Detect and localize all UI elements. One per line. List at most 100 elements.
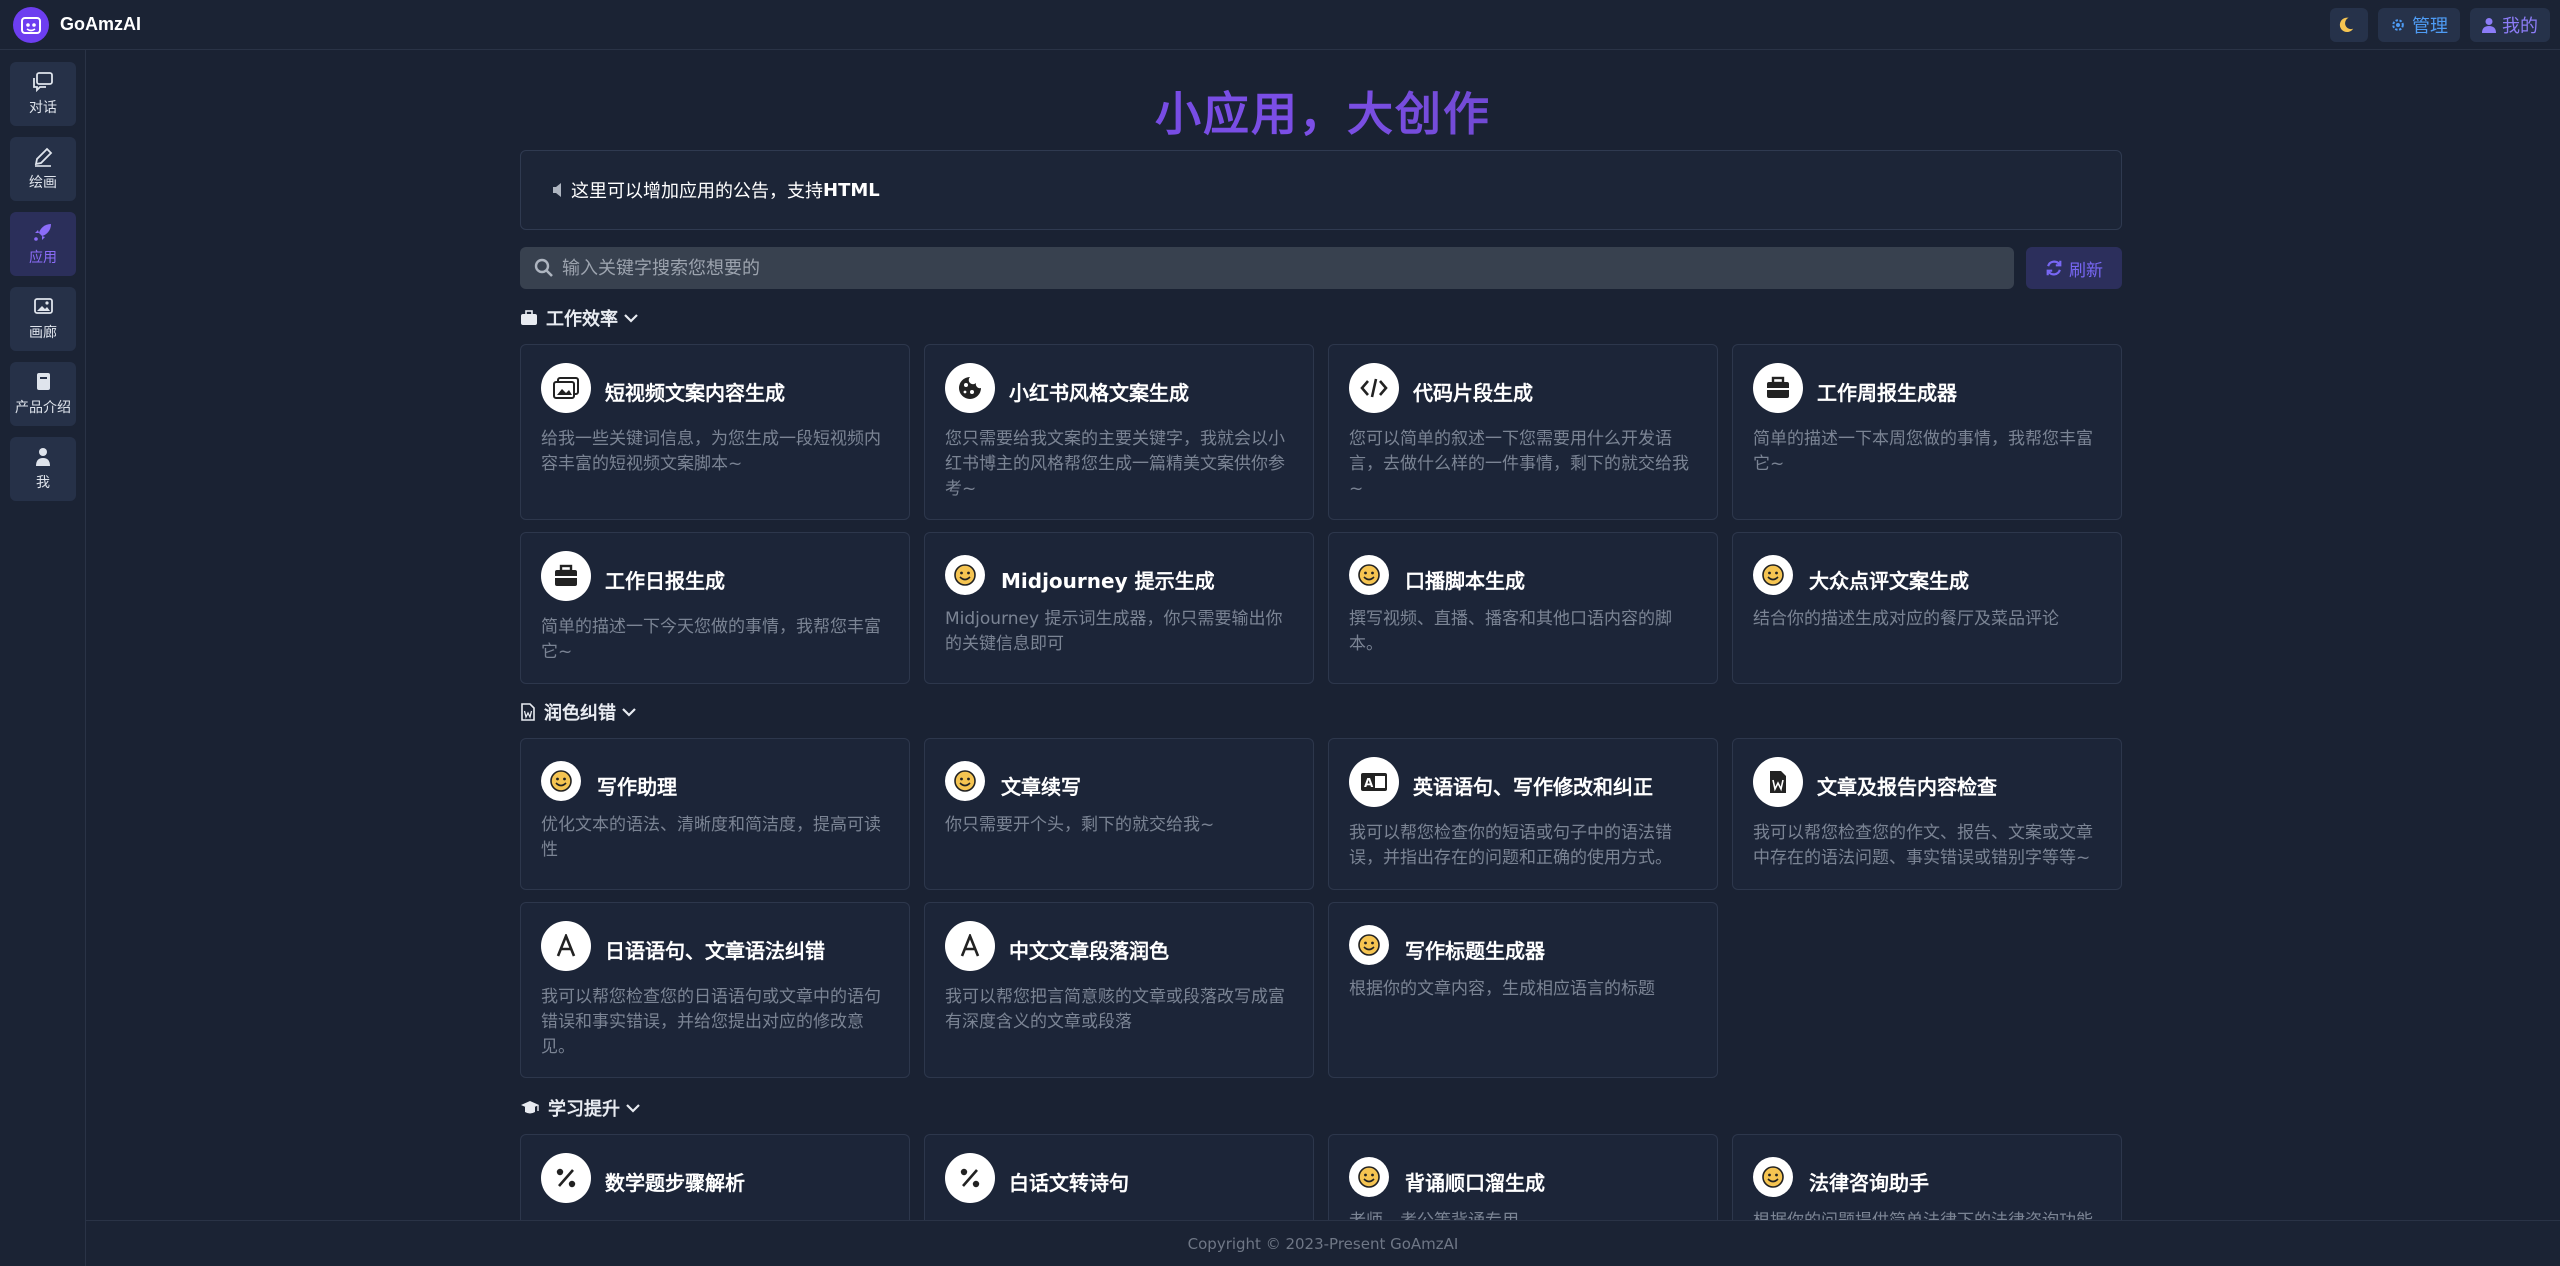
card-title: 小红书风格文案生成 [1009,381,1189,405]
card-title: Midjourney 提示生成 [1001,569,1215,593]
main-content: 小应用，大创作 这里可以增加应用的公告，支持HTML 刷新 工作效率 [86,50,2560,1266]
app-card[interactable]: 口播脚本生成 撰写视频、直播、播客和其他口语内容的脚本。 [1328,532,1718,684]
app-card[interactable]: 中文文章段落润色 我可以帮您把言简意赅的文章或段落改写成富有深度含义的文章或段落 [924,902,1314,1078]
font-a-icon [541,921,591,971]
card-description: 你只需要开个头，剩下的就交给我~ [945,815,1215,835]
cookie-icon [945,363,995,413]
footer: Copyright © 2023-Present GoAmzAI [86,1220,2560,1266]
refresh-label: 刷新 [2069,260,2103,281]
smile-icon [1349,925,1389,965]
code-icon [1349,363,1399,413]
copyright-text: Copyright © 2023-Present GoAmzAI [1187,1235,1459,1253]
card-description: Midjourney 提示词生成器，你只需要输出你的关键信息即可 [945,609,1283,654]
section-header-efficiency[interactable]: 工作效率 [520,305,638,331]
announcement-text: 这里可以增加应用的公告，支持 [571,181,823,202]
app-card[interactable]: 日语语句、文章语法纠错 我可以帮您检查您的日语语句或文章中的语句错误和事实错误，… [520,902,910,1078]
app-card[interactable]: 写作标题生成器 根据你的文章内容，生成相应语言的标题 [1328,902,1718,1078]
card-title: 工作周报生成器 [1817,381,1957,405]
card-title: 大众点评文案生成 [1809,569,1969,593]
refresh-icon [2046,260,2062,276]
gear-icon [2392,19,2404,31]
sidebar-item-gallery[interactable]: 画廊 [10,287,76,351]
card-description: 给我一些关键词信息，为您生成一段短视频内容丰富的短视频文案脚本~ [541,429,881,474]
manage-button[interactable]: 管理 [2378,8,2460,42]
section-title: 工作效率 [546,309,618,330]
app-card[interactable]: 小红书风格文案生成 您只需要给我文案的主要关键字，我就会以小红书博主的风格帮您生… [924,344,1314,520]
app-card[interactable]: 工作日报生成 简单的描述一下今天您做的事情，我帮您丰富它~ [520,532,910,684]
card-description: 我可以帮您把言简意赅的文章或段落改写成富有深度含义的文章或段落 [945,987,1285,1032]
top-bar: GoAmzAI 管理 我的 [0,0,2560,50]
card-title: 代码片段生成 [1413,381,1533,405]
sidebar-item-label: 产品介绍 [15,399,71,416]
logo[interactable] [13,6,49,43]
card-title: 法律咨询助手 [1809,1171,1929,1195]
sidebar-item-label: 对话 [29,99,57,116]
card-title: 数学题步骤解析 [605,1171,745,1195]
refresh-button[interactable]: 刷新 [2026,247,2122,289]
word-file-icon [521,703,535,721]
card-title: 英语语句、写作修改和纠正 [1413,775,1653,799]
announcement-box: 这里可以增加应用的公告，支持 HTML [520,150,2122,230]
graduation-cap-icon [521,1101,539,1114]
section-header-learning[interactable]: 学习提升 [520,1095,640,1121]
brush-icon [34,147,53,167]
search-bar[interactable] [520,247,2014,289]
language-icon: A [1349,757,1399,807]
app-card[interactable]: Midjourney 提示生成 Midjourney 提示词生成器，你只需要输出… [924,532,1314,684]
card-description: 我可以帮您检查你的短语或句子中的语法错误，并指出存在的问题和正确的使用方式。 [1349,823,1672,868]
gallery-icon [34,297,53,314]
brand-name: GoAmzAI [60,14,141,34]
card-title: 短视频文案内容生成 [605,381,785,405]
card-title: 文章及报告内容检查 [1817,775,1997,799]
chat-icon [33,71,53,92]
rocket-icon [34,223,51,241]
app-card[interactable]: 工作周报生成器 简单的描述一下本周您做的事情，我帮您丰富它~ [1732,344,2122,520]
app-card[interactable]: A 英语语句、写作修改和纠正 我可以帮您检查你的短语或句子中的语法错误，并指出存… [1328,738,1718,890]
app-card[interactable]: 文章及报告内容检查 我可以帮您检查您的作文、报告、文案或文章中存在的语法问题、事… [1732,738,2122,890]
sidebar-item-draw[interactable]: 绘画 [10,137,76,201]
mine-button[interactable]: 我的 [2470,8,2550,42]
app-card[interactable]: 大众点评文案生成 结合你的描述生成对应的餐厅及菜品评论 [1732,532,2122,684]
app-card[interactable]: 文章续写 你只需要开个头，剩下的就交给我~ [924,738,1314,890]
app-card[interactable]: 代码片段生成 您可以简单的叙述一下您需要用什么开发语言，去做什么样的一件事情，剩… [1328,344,1718,520]
smile-icon [1753,1157,1793,1197]
percent-icon [541,1153,591,1203]
theme-toggle-button[interactable] [2330,8,2368,42]
smile-icon [1753,555,1793,595]
search-input[interactable] [562,257,1962,279]
card-title: 工作日报生成 [605,569,725,593]
sidebar-item-chat[interactable]: 对话 [10,62,76,126]
card-title: 文章续写 [1001,775,1081,799]
announcement-bold: HTML [823,179,880,201]
card-description: 结合你的描述生成对应的餐厅及菜品评论 [1753,609,2059,629]
briefcase-icon [541,551,591,601]
card-description: 简单的描述一下今天您做的事情，我帮您丰富它~ [541,617,881,662]
chevron-down-icon [626,1104,640,1113]
chevron-down-icon [624,314,638,323]
app-card[interactable]: 写作助理 优化文本的语法、清晰度和简洁度，提高可读性 [520,738,910,890]
book-icon [37,372,50,390]
card-description: 我可以帮您检查您的作文、报告、文案或文章中存在的语法问题、事实错误或错别字等等~ [1753,823,2093,868]
moon-icon [2339,17,2354,33]
card-title: 白话文转诗句 [1009,1171,1129,1195]
app-card[interactable]: 短视频文案内容生成 给我一些关键词信息，为您生成一段短视频内容丰富的短视频文案脚… [520,344,910,520]
sidebar-item-label: 绘画 [29,174,57,191]
smile-icon [1349,1157,1389,1197]
sidebar-item-product[interactable]: 产品介绍 [10,362,76,426]
search-icon [534,258,553,277]
card-title: 口播脚本生成 [1405,569,1525,593]
card-description: 您只需要给我文案的主要关键字，我就会以小红书博主的风格帮您生成一篇精美文案供你参… [945,429,1285,499]
card-title: 日语语句、文章语法纠错 [605,939,825,963]
card-description: 简单的描述一下本周您做的事情，我帮您丰富它~ [1753,429,2093,474]
sidebar-item-me[interactable]: 我 [10,437,76,501]
smile-icon [945,555,985,595]
mine-label: 我的 [2502,16,2538,37]
sidebar-item-apps[interactable]: 应用 [10,212,76,276]
section-title: 学习提升 [548,1099,620,1120]
smile-icon [541,761,581,801]
section-header-polish[interactable]: 润色纠错 [520,699,636,725]
svg-text:A: A [1364,776,1374,790]
word-file-icon [1753,757,1803,807]
sidebar-item-label: 我 [36,474,50,491]
speaker-icon [553,183,561,197]
